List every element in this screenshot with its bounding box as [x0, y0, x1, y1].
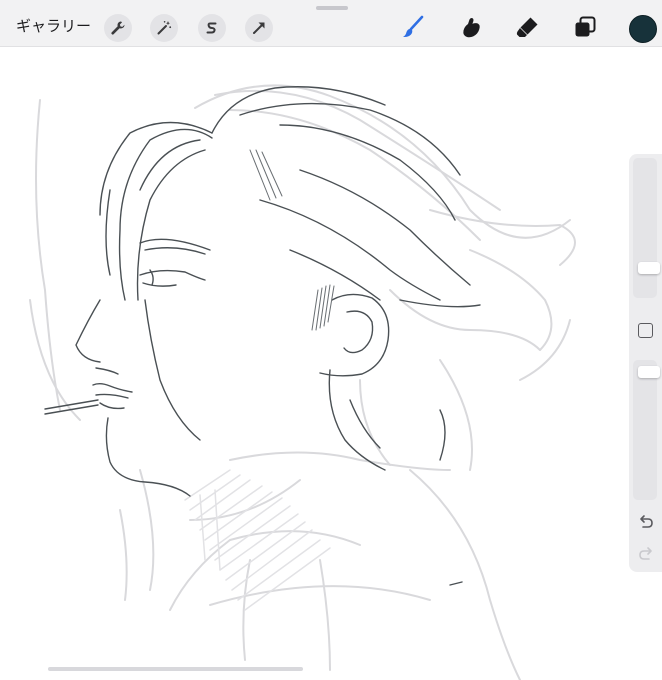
undo-icon[interactable]	[637, 514, 655, 532]
home-indicator	[48, 667, 303, 671]
drawing-canvas[interactable]	[0, 47, 662, 680]
brush-button[interactable]	[398, 12, 428, 42]
redo-icon[interactable]	[637, 546, 655, 564]
sketch-artwork	[29, 84, 576, 680]
layers-button[interactable]	[570, 12, 600, 42]
top-toolbar: ギャラリー	[0, 0, 662, 47]
wrench-icon	[111, 21, 125, 35]
transform-arrow-icon	[253, 22, 265, 34]
layers-icon	[575, 16, 596, 37]
adjustments-button[interactable]	[150, 14, 178, 42]
magic-wand-icon	[157, 21, 172, 35]
color-picker-button[interactable]	[629, 15, 657, 43]
selection-s-icon	[206, 22, 217, 34]
selection-button[interactable]	[198, 14, 226, 42]
eraser-button[interactable]	[513, 12, 543, 42]
smudge-icon	[463, 17, 480, 38]
brush-icon	[403, 15, 424, 38]
brush-size-slider[interactable]	[633, 158, 660, 298]
modify-button[interactable]	[638, 323, 653, 338]
smudge-button[interactable]	[456, 12, 486, 42]
drag-handle[interactable]	[316, 6, 348, 10]
gallery-button[interactable]: ギャラリー	[16, 16, 91, 38]
actions-button[interactable]	[104, 14, 132, 42]
eraser-icon	[516, 17, 538, 37]
opacity-thumb[interactable]	[638, 366, 660, 378]
transform-button[interactable]	[245, 14, 273, 42]
brush-sidebar	[629, 154, 662, 572]
brush-size-thumb[interactable]	[638, 262, 660, 274]
opacity-slider[interactable]	[633, 360, 660, 500]
